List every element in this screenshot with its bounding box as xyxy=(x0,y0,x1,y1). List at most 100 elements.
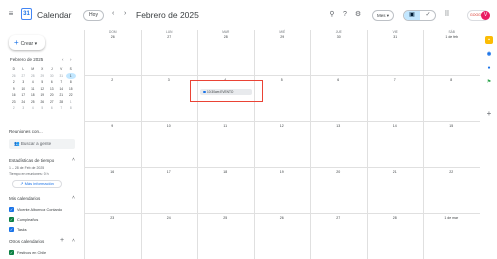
day-number[interactable]: 28 xyxy=(367,216,424,220)
day-number[interactable]: 9 xyxy=(84,124,141,128)
checkbox-icon[interactable]: ✓ xyxy=(9,207,14,212)
time-insights-label: Estadísticas de tiempo xyxy=(9,158,55,163)
main-menu-icon[interactable]: ≡ xyxy=(6,9,16,19)
create-button[interactable]: + Crear ▾ xyxy=(9,35,45,50)
tasks-view-icon[interactable]: ✓ xyxy=(420,11,436,20)
mini-day[interactable]: 3 xyxy=(19,105,29,112)
day-number[interactable]: 3 xyxy=(141,78,198,82)
day-number[interactable]: 27 xyxy=(310,216,367,220)
more-info-button[interactable]: ↗ Más información xyxy=(12,180,62,188)
add-calendar-icon[interactable]: + xyxy=(60,237,64,244)
checkbox-icon[interactable]: ✓ xyxy=(9,250,14,255)
grid-divider xyxy=(423,30,424,259)
mini-day[interactable]: 6 xyxy=(47,105,57,112)
column-date[interactable]: 26 xyxy=(85,35,141,40)
day-number[interactable]: 19 xyxy=(254,170,311,174)
day-number[interactable]: 20 xyxy=(310,170,367,174)
calendar-item[interactable]: ✓ Vicente Albornoz Contardo xyxy=(9,206,62,213)
calendar-logo-icon: 31 xyxy=(21,8,32,20)
day-column-header: MAR 28 xyxy=(197,30,254,42)
day-number[interactable]: 10 xyxy=(141,124,198,128)
column-date[interactable]: 31 xyxy=(368,35,424,40)
mini-next-icon[interactable]: › xyxy=(70,57,72,62)
next-period-icon[interactable]: › xyxy=(124,10,126,17)
day-number[interactable]: 12 xyxy=(254,124,311,128)
day-number[interactable]: 1 de mar xyxy=(423,216,480,220)
chevron-up-icon[interactable]: ˄ xyxy=(72,157,75,163)
mini-day[interactable]: 2 xyxy=(9,105,19,112)
search-icon[interactable]: ⚲ xyxy=(328,11,336,19)
search-people-input[interactable]: 👥 Buscar a gente xyxy=(9,139,75,149)
day-number[interactable]: 23 xyxy=(84,216,141,220)
tasks-icon[interactable]: ◉ xyxy=(485,50,493,58)
contacts-icon[interactable]: ● xyxy=(485,64,493,72)
day-number[interactable]: 17 xyxy=(141,170,198,174)
day-number[interactable]: 14 xyxy=(367,124,424,128)
calendar-item[interactable]: ✓ Cumpleaños xyxy=(9,216,38,223)
today-button[interactable]: Hoy xyxy=(83,10,104,21)
current-month-title: Febrero de 2025 xyxy=(136,10,199,20)
grid-divider xyxy=(84,75,480,76)
day-number[interactable]: 18 xyxy=(197,170,254,174)
day-number[interactable]: 25 xyxy=(197,216,254,220)
chevron-up-icon[interactable]: ˄ xyxy=(72,238,75,244)
day-number[interactable]: 26 xyxy=(254,216,311,220)
app-name: Calendar xyxy=(37,10,72,20)
column-date[interactable]: 27 xyxy=(142,35,198,40)
column-date[interactable]: 29 xyxy=(255,35,311,40)
day-column-header: SÁB 1 de feb xyxy=(423,30,480,42)
calendar-name: Tasks xyxy=(17,227,27,232)
calendar-item[interactable]: ✓ Tasks xyxy=(9,226,27,233)
day-column-header: MIÉ 29 xyxy=(253,30,311,42)
people-icon: 👥 xyxy=(14,141,20,146)
meet-with-label: Reuniones con... xyxy=(9,129,43,134)
day-number[interactable]: 13 xyxy=(310,124,367,128)
day-number[interactable]: 6 xyxy=(310,78,367,82)
day-number[interactable]: 16 xyxy=(84,170,141,174)
day-number[interactable]: 2 xyxy=(84,78,141,82)
grid-divider xyxy=(197,30,198,259)
day-number[interactable]: 15 xyxy=(423,124,480,128)
view-selector[interactable]: Mes ▾ xyxy=(372,10,394,21)
help-icon[interactable]: ? xyxy=(341,11,349,19)
day-number[interactable]: 7 xyxy=(367,78,424,82)
previous-period-icon[interactable]: ‹ xyxy=(112,10,114,17)
add-addon-icon[interactable]: + xyxy=(485,110,493,118)
mini-prev-icon[interactable]: ‹ xyxy=(62,57,64,62)
mini-day[interactable]: 7 xyxy=(57,105,67,112)
checkbox-icon[interactable]: ✓ xyxy=(9,217,14,222)
calendar-item[interactable]: ✓ Festivos en Chile xyxy=(9,249,46,256)
calendar-view-icon[interactable]: ▣ xyxy=(404,11,420,20)
column-date[interactable]: 28 xyxy=(198,35,254,40)
mini-day[interactable]: 8 xyxy=(66,105,76,112)
day-number[interactable]: 11 xyxy=(197,124,254,128)
maps-icon[interactable]: ⚑ xyxy=(485,78,493,86)
grid-divider xyxy=(253,30,255,259)
account-avatar[interactable]: V xyxy=(481,11,490,20)
calendar-name: Cumpleaños xyxy=(17,217,39,222)
sidebar: + Crear ▾ Febrero de 2025 ‹ › D L M X J V… xyxy=(0,30,82,259)
day-number[interactable]: 8 xyxy=(423,78,480,82)
apps-grid-icon[interactable]: ⠿ xyxy=(443,11,451,19)
column-date[interactable]: 1 de feb xyxy=(424,35,480,40)
month-grid: DOM 26 LUN 27 MAR 28 MIÉ 29 JUE 30 VIE 31 SÁB 1… xyxy=(84,30,480,259)
column-date[interactable]: 30 xyxy=(311,35,367,40)
settings-gear-icon[interactable]: ⚙ xyxy=(354,11,362,19)
checkbox-icon[interactable]: ✓ xyxy=(9,227,14,232)
grid-divider xyxy=(366,30,368,259)
my-calendars-label: Mis calendarios xyxy=(9,196,41,201)
grid-divider xyxy=(310,30,311,259)
mini-day[interactable]: 4 xyxy=(28,105,38,112)
side-panel-rail: ▪ ◉ ● ⚑ + xyxy=(482,30,497,259)
stats-detail: Tiempo en reuniones: 0 h xyxy=(9,172,49,176)
calendar-tasks-toggle[interactable]: ▣ ✓ xyxy=(403,10,436,21)
grid-divider xyxy=(140,30,142,259)
chevron-up-icon[interactable]: ˄ xyxy=(72,195,75,201)
search-people-placeholder: Buscar a gente xyxy=(20,141,52,146)
keep-icon[interactable]: ▪ xyxy=(485,36,493,44)
day-number[interactable]: 24 xyxy=(141,216,198,220)
day-number[interactable]: 21 xyxy=(367,170,424,174)
mini-day[interactable]: 5 xyxy=(38,105,48,112)
day-number[interactable]: 22 xyxy=(423,170,480,174)
calendar-name: Festivos en Chile xyxy=(17,250,47,255)
